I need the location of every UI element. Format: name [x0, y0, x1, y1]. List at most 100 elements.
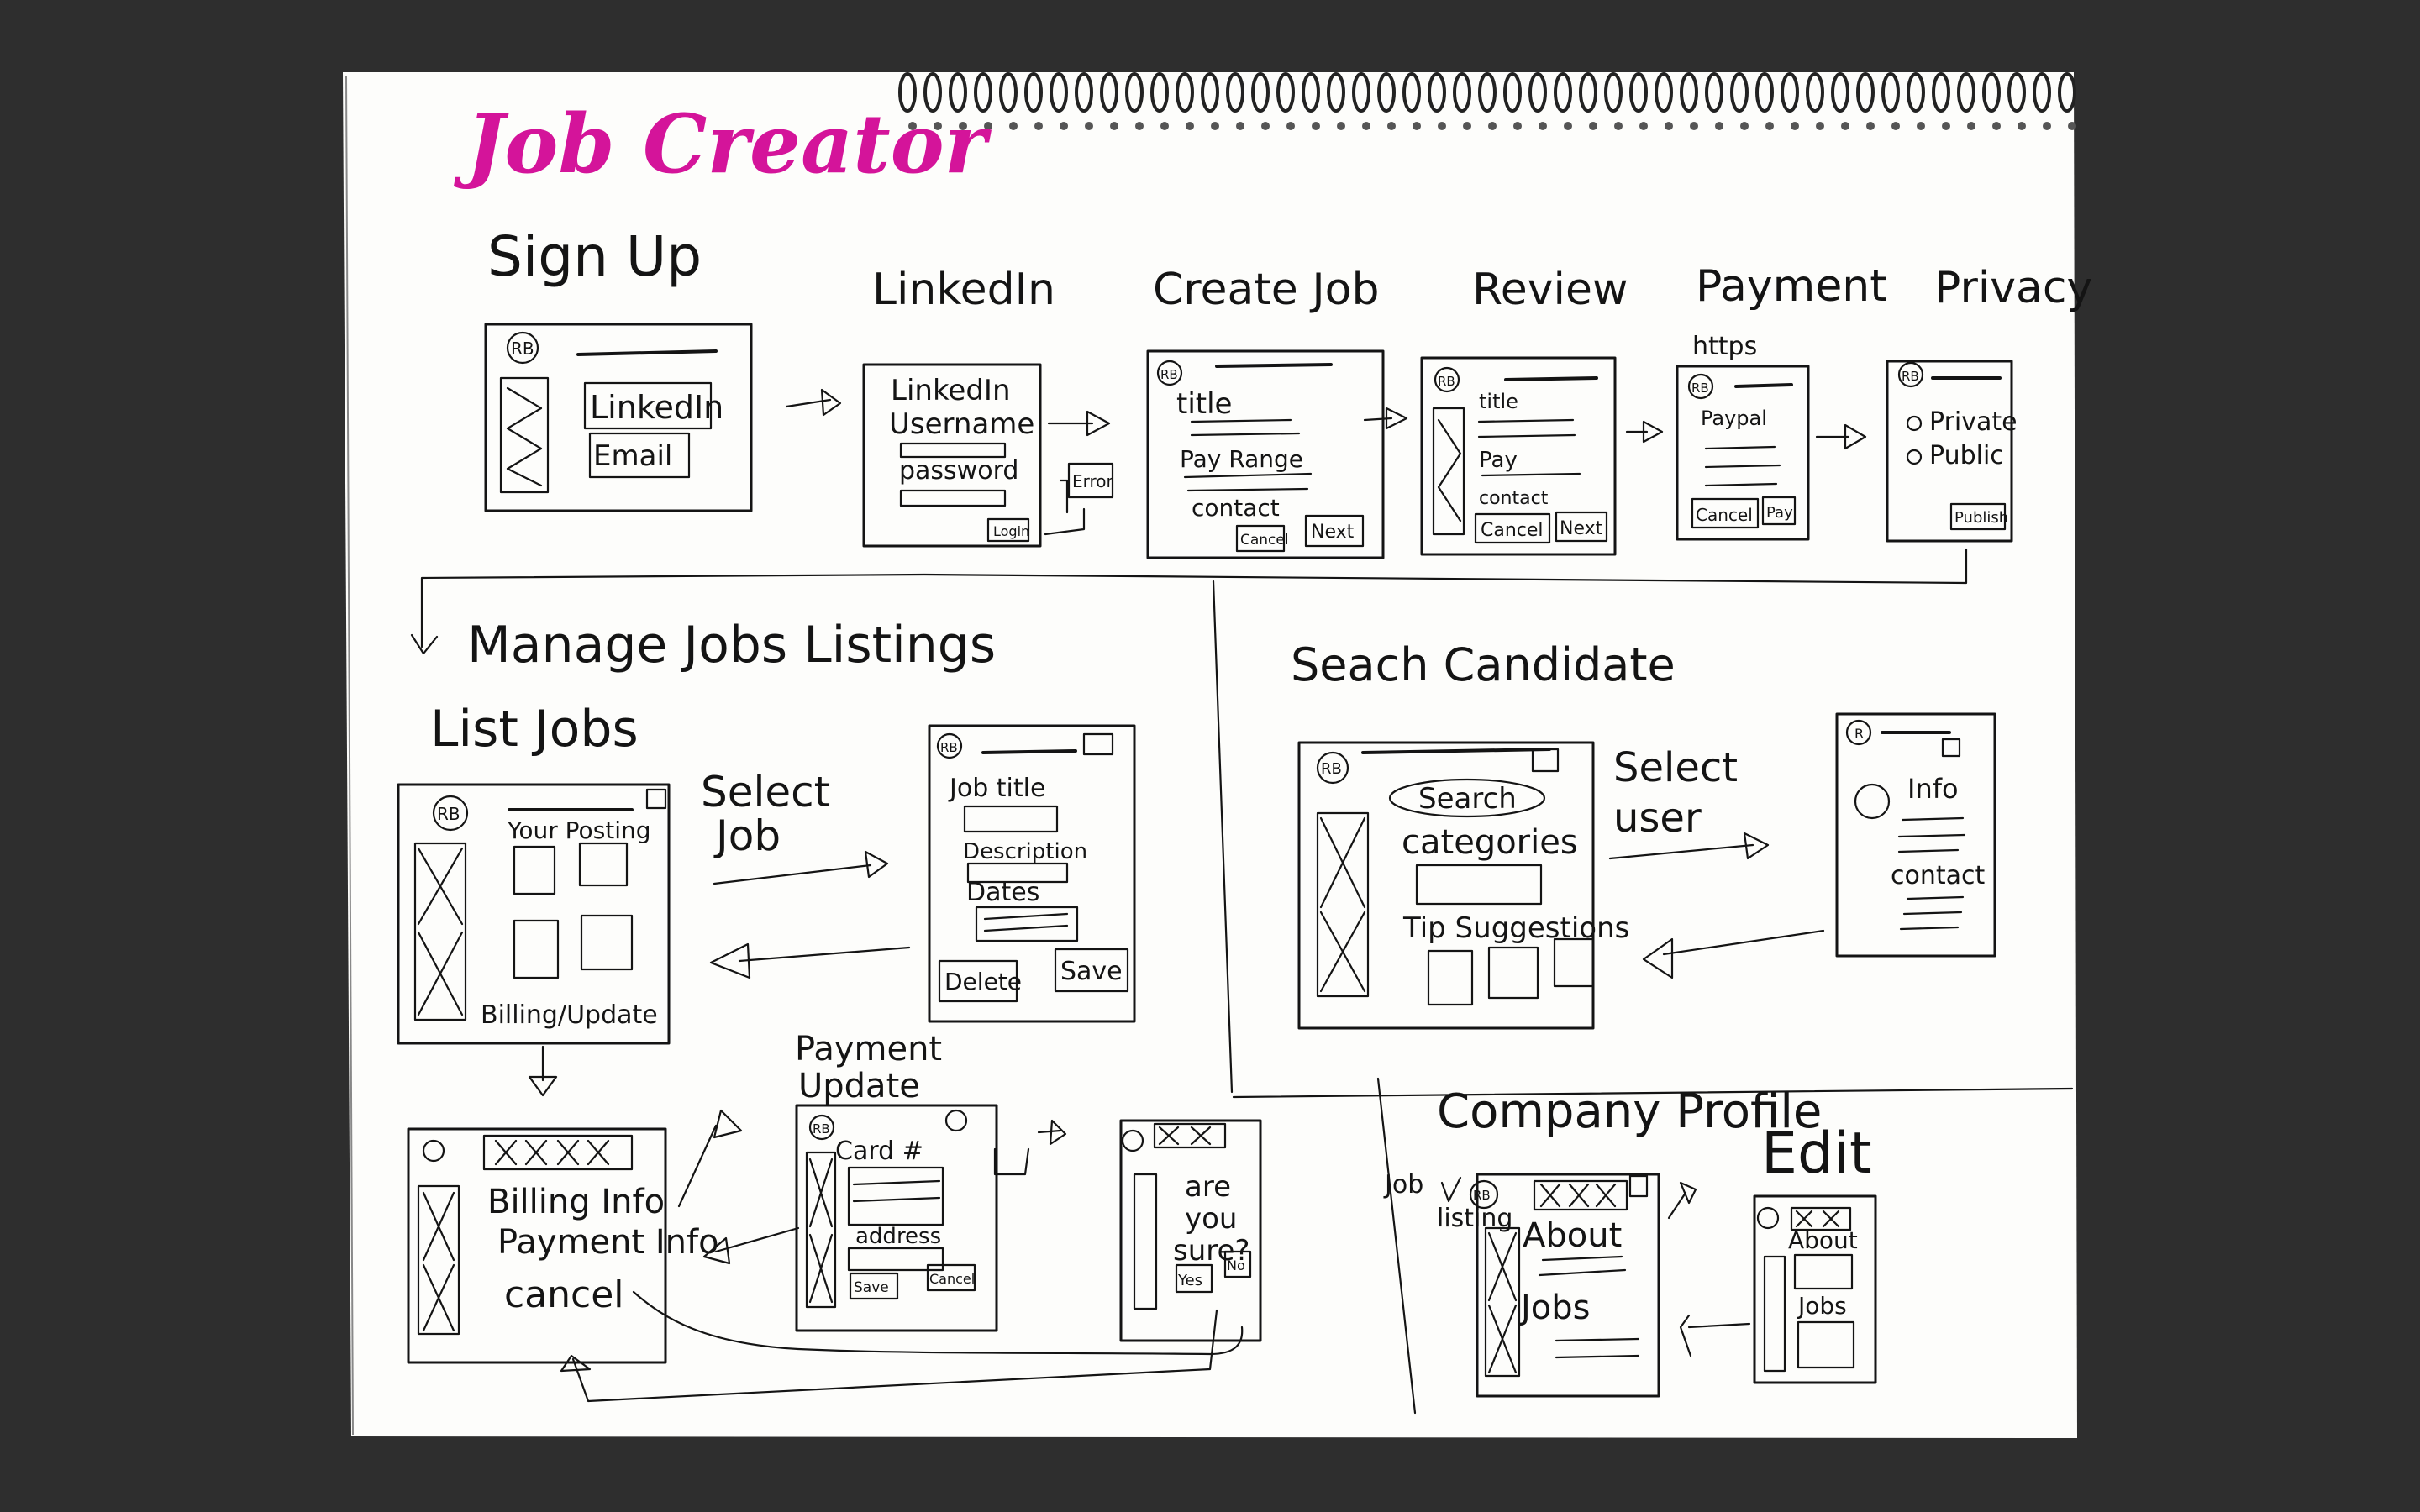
- spiral-hole: [1866, 122, 1875, 130]
- profile-logo: R: [1854, 726, 1864, 742]
- signup-logo: RB: [511, 339, 534, 359]
- billing-line-1[interactable]: Billing Info: [487, 1183, 665, 1221]
- privacy-option-public: Public: [1929, 441, 2004, 470]
- payment-logo: RB: [1691, 381, 1709, 396]
- linkedin-line-2: Username: [889, 407, 1034, 441]
- company-profile-about: About: [1523, 1216, 1622, 1255]
- spiral-hole: [1765, 122, 1774, 130]
- email-button-label: Email: [593, 439, 672, 473]
- spiral-hole: [1211, 122, 1219, 130]
- spiral-hole: [1413, 122, 1421, 130]
- list-footer: Billing/Update: [481, 1000, 658, 1030]
- detail-field-description: Description: [963, 839, 1087, 864]
- review-logo: RB: [1438, 374, 1455, 389]
- spiral-hole: [1110, 122, 1118, 130]
- company-profile-jobs: Jobs: [1518, 1289, 1591, 1327]
- spiral-hole: [2068, 122, 2076, 130]
- payment-cancel-label: Cancel: [1696, 505, 1753, 525]
- privacy-heading: Privacy: [1934, 263, 2092, 313]
- spiral-hole: [1060, 122, 1068, 130]
- detail-logo: RB: [940, 740, 958, 755]
- spiral-hole: [1034, 122, 1043, 130]
- spiral-hole: [1740, 122, 1749, 130]
- contact-label: contact: [1891, 861, 1986, 890]
- spiral-hole: [1564, 122, 1572, 130]
- spiral-hole: [1261, 122, 1270, 130]
- signup-heading: Sign Up: [487, 224, 702, 289]
- spiral-hole: [1665, 122, 1673, 130]
- confirm-line-2: you: [1185, 1202, 1237, 1236]
- spiral-hole: [1085, 122, 1093, 130]
- review-next-label: Next: [1560, 518, 1603, 539]
- spiral-hole: [1715, 122, 1723, 130]
- spiral-hole: [1614, 122, 1623, 130]
- sketchbook-page: Job Creator Sign Up LinkedIn Create Job …: [343, 72, 2092, 1438]
- select-user-label-2: user: [1613, 795, 1702, 842]
- spiral-hole: [1135, 122, 1144, 130]
- privacy-option-private: Private: [1929, 407, 2018, 437]
- spiral-hole: [1539, 122, 1547, 130]
- info-label: Info: [1907, 773, 1959, 805]
- payment-update-heading-1: Payment: [795, 1030, 942, 1068]
- spiral-hole: [1362, 122, 1370, 130]
- create-job-field-contact: contact: [1192, 494, 1280, 522]
- spiral-hole: [1513, 122, 1522, 130]
- save-button-label: Save: [1060, 957, 1123, 986]
- spiral-hole: [1009, 122, 1018, 130]
- spiral-hole: [1438, 122, 1446, 130]
- error-label: Error: [1072, 471, 1114, 491]
- spiral-hole: [1337, 122, 1345, 130]
- create-job-heading: Create Job: [1153, 265, 1379, 315]
- spiral-hole: [1463, 122, 1471, 130]
- linkedin-button-label: LinkedIn: [590, 389, 723, 426]
- linkedin-line-3: password: [899, 456, 1018, 486]
- spiral-hole: [1589, 122, 1597, 130]
- payment-update-field-card: Card #: [835, 1137, 923, 1166]
- spiral-hole: [1891, 122, 1900, 130]
- page-title: Job Creator: [453, 97, 992, 192]
- spiral-hole: [1841, 122, 1849, 130]
- spiral-hole: [1286, 122, 1295, 130]
- publish-button-label: Publish: [1954, 509, 2008, 527]
- review-field-title: title: [1479, 390, 1518, 413]
- create-job-field-pay: Pay Range: [1180, 445, 1303, 473]
- payment-update-save-label: Save: [854, 1279, 889, 1296]
- billing-line-2[interactable]: Payment Info: [497, 1223, 719, 1262]
- spiral-hole: [2043, 122, 2051, 130]
- spiral-hole: [1186, 122, 1194, 130]
- spiral-hole: [1160, 122, 1169, 130]
- spiral-hole: [1387, 122, 1396, 130]
- manage-subheading: List Jobs: [430, 700, 639, 759]
- spiral-hole: [1816, 122, 1824, 130]
- billing-line-3[interactable]: cancel: [504, 1273, 624, 1316]
- spiral-hole: [1488, 122, 1497, 130]
- edit-jobs: Jobs: [1797, 1292, 1847, 1320]
- create-job-cancel-label: Cancel: [1240, 532, 1289, 549]
- list-header: Your Posting: [507, 816, 651, 844]
- create-job-logo: RB: [1160, 367, 1178, 382]
- payment-pay-label: Pay: [1766, 504, 1793, 522]
- linkedin-heading: LinkedIn: [872, 265, 1055, 315]
- review-heading: Review: [1472, 265, 1628, 315]
- spiral-hole: [1639, 122, 1648, 130]
- edit-label: Edit: [1761, 1121, 1872, 1187]
- confirm-no-label: No: [1227, 1257, 1245, 1273]
- search-heading: Seach Candidate: [1291, 638, 1676, 691]
- create-job-next-label: Next: [1311, 522, 1355, 543]
- spiral-hole: [1942, 122, 1950, 130]
- manage-heading: Manage Jobs Listings: [467, 616, 996, 675]
- spiral-hole: [1791, 122, 1799, 130]
- select-job-label-2: Job: [713, 811, 781, 860]
- confirm-line-1: are: [1185, 1170, 1231, 1204]
- spiral-hole: [2018, 122, 2026, 130]
- review-field-pay: Pay: [1479, 448, 1518, 473]
- select-job-label-1: Select: [701, 768, 830, 816]
- select-user-label-1: Select: [1613, 744, 1738, 791]
- payment-heading: Payment: [1696, 261, 1887, 312]
- create-job-field-title: title: [1176, 387, 1232, 421]
- list-logo: RB: [437, 804, 460, 824]
- search-label: Search: [1418, 782, 1517, 816]
- spiral-hole: [1236, 122, 1244, 130]
- spiral-hole: [1992, 122, 2001, 130]
- search-logo: RB: [1321, 760, 1342, 778]
